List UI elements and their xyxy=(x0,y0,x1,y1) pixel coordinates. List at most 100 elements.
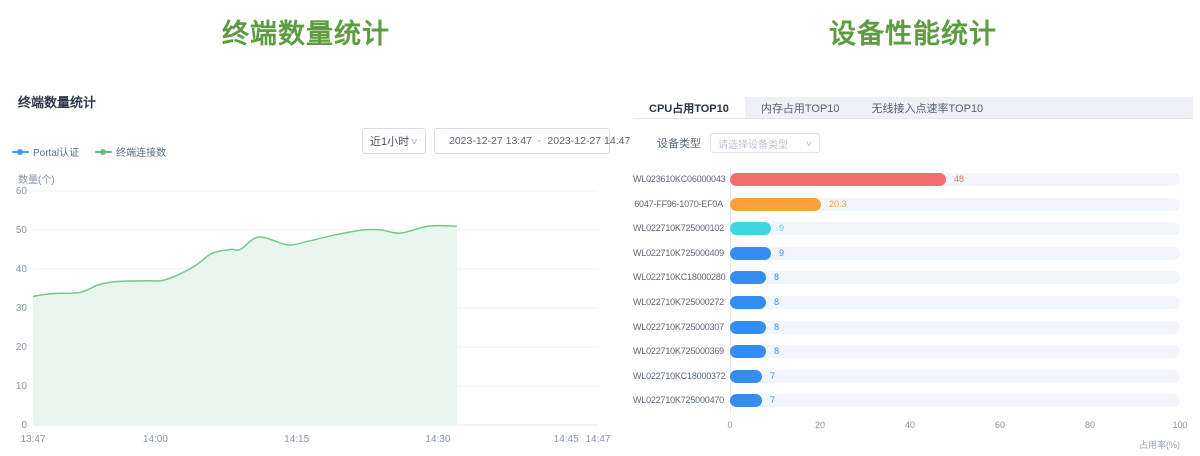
bar-fill xyxy=(730,296,766,309)
bar-track xyxy=(730,271,1180,284)
svg-text:20: 20 xyxy=(16,342,28,353)
legend-item-0[interactable]: Portal认证 xyxy=(12,144,79,159)
tab-2[interactable]: 无线接入点速率TOP10 xyxy=(856,97,1000,118)
bar-track xyxy=(730,247,1180,260)
bar-fill xyxy=(730,321,766,334)
bar-fill xyxy=(730,271,766,284)
date-start: 2023-12-27 13:47 xyxy=(449,135,532,147)
bar-fill xyxy=(730,394,762,407)
bar-track xyxy=(730,296,1180,309)
bar-track xyxy=(730,345,1180,358)
bar-track xyxy=(730,222,1180,235)
tab-1[interactable]: 内存占用TOP10 xyxy=(745,97,856,118)
device-performance-panel: 设备性能统计 CPU占用TOP10内存占用TOP10无线接入点速率TOP10 设… xyxy=(633,0,1193,456)
tab-0[interactable]: CPU占用TOP10 xyxy=(633,97,745,118)
bar-category-label: WL022710K725000307 xyxy=(633,315,723,340)
x-tick-label: 100 xyxy=(1172,420,1187,430)
terminal-count-panel: 终端数量统计 终端数量统计 近1小时 ∨ 2023-12-27 13:47 - … xyxy=(0,0,612,456)
bar-row: WL022710KC18000280 8 xyxy=(633,265,1193,290)
bar-track xyxy=(730,370,1180,383)
bar-fill xyxy=(730,198,821,211)
bar-category-label: WL022710K725000272 xyxy=(633,290,723,315)
x-tick-label: 0 xyxy=(727,420,732,430)
svg-text:30: 30 xyxy=(16,303,28,314)
bar-fill xyxy=(730,173,946,186)
x-axis-name: 占用率(%) xyxy=(1139,438,1180,451)
time-controls: 近1小时 ∨ 2023-12-27 13:47 - 2023-12-27 14:… xyxy=(362,128,610,154)
time-range-select[interactable]: 近1小时 ∨ xyxy=(362,128,426,154)
top10-tabs: CPU占用TOP10内存占用TOP10无线接入点速率TOP10 xyxy=(633,97,1193,119)
bar-value: 7 xyxy=(770,388,775,413)
bar-track xyxy=(730,394,1180,407)
device-type-select[interactable]: 请选择设备类型 ∨ xyxy=(710,133,820,153)
bar-category-label: WL022710K725000102 xyxy=(633,216,723,241)
bar-category-label: WL023610KC06000043 xyxy=(633,167,723,192)
svg-text:40: 40 xyxy=(16,264,28,275)
svg-text:60: 60 xyxy=(16,186,28,197)
legend-item-1[interactable]: 终端连接数 xyxy=(95,144,166,159)
x-tick-label: 40 xyxy=(905,420,915,430)
bar-category-label: WL022710KC18000372 xyxy=(633,364,723,389)
bar-row: WL022710K725000369 8 xyxy=(633,339,1193,364)
bar-value: 20.3 xyxy=(829,192,847,217)
bar-row: WL022710KC18000372 7 xyxy=(633,364,1193,389)
date-separator: - xyxy=(538,135,542,147)
svg-text:13:47: 13:47 xyxy=(20,434,45,445)
svg-text:14:15: 14:15 xyxy=(284,434,309,445)
bar-row: 6047-FF96-1070-EF0A 20.3 xyxy=(633,192,1193,217)
bar-x-axis: 0 20 40 60 80 100 xyxy=(633,420,1193,432)
date-range-picker[interactable]: 2023-12-27 13:47 - 2023-12-27 14:47 xyxy=(434,128,610,154)
x-tick-label: 80 xyxy=(1085,420,1095,430)
device-type-placeholder: 请选择设备类型 xyxy=(718,136,788,151)
bar-row: WL023610KC06000043 48 xyxy=(633,167,1193,192)
date-end: 2023-12-27 14:47 xyxy=(547,135,630,147)
legend-label: Portal认证 xyxy=(33,144,79,159)
bar-category-label: WL022710K725000409 xyxy=(633,241,723,266)
bar-fill xyxy=(730,222,771,235)
bar-row: WL022710K725000272 8 xyxy=(633,290,1193,315)
left-section-title: 终端数量统计 xyxy=(0,12,612,51)
bar-value: 8 xyxy=(774,265,779,290)
chevron-down-icon: ∨ xyxy=(410,136,419,147)
time-range-value: 近1小时 xyxy=(370,133,409,149)
device-type-label: 设备类型 xyxy=(657,135,701,151)
svg-text:50: 50 xyxy=(16,225,28,236)
svg-text:14:45: 14:45 xyxy=(554,434,579,445)
bar-category-label: 6047-FF96-1070-EF0A xyxy=(633,192,723,217)
bar-row: WL022710K725000409 9 xyxy=(633,241,1193,266)
bar-fill xyxy=(730,370,762,383)
dashboard: 终端数量统计 终端数量统计 近1小时 ∨ 2023-12-27 13:47 - … xyxy=(0,0,1200,456)
legend-marker-icon xyxy=(12,148,29,156)
svg-text:14:30: 14:30 xyxy=(425,434,450,445)
bar-value: 7 xyxy=(770,364,775,389)
device-type-row: 设备类型 请选择设备类型 ∨ xyxy=(657,133,820,153)
x-tick-label: 60 xyxy=(995,420,1005,430)
bar-row: WL022710K725000470 7 xyxy=(633,388,1193,413)
bar-value: 9 xyxy=(779,241,784,266)
bar-value: 8 xyxy=(774,290,779,315)
right-section-title: 设备性能统计 xyxy=(633,12,1193,51)
bar-track xyxy=(730,321,1180,334)
bar-category-label: WL022710K725000470 xyxy=(633,388,723,413)
bar-value: 8 xyxy=(774,315,779,340)
bar-chart: 0 20 40 60 80 100 占用率(%) WL023610KC06000043 48… xyxy=(633,167,1193,456)
line-area-chart: 010203040506013:4714:0014:1514:3014:4514… xyxy=(0,165,612,455)
bar-value: 48 xyxy=(954,167,964,192)
bar-value: 8 xyxy=(774,339,779,364)
x-tick-label: 20 xyxy=(815,420,825,430)
bar-row: WL022710K725000307 8 xyxy=(633,315,1193,340)
svg-text:14:47: 14:47 xyxy=(585,434,610,445)
chevron-down-icon: ∨ xyxy=(805,139,813,148)
legend-label: 终端连接数 xyxy=(116,144,166,159)
bar-category-label: WL022710K725000369 xyxy=(633,339,723,364)
bar-row: WL022710K725000102 9 xyxy=(633,216,1193,241)
bar-track xyxy=(730,198,1180,211)
bar-value: 9 xyxy=(779,216,784,241)
bar-category-label: WL022710KC18000280 xyxy=(633,265,723,290)
terminal-count-header: 终端数量统计 xyxy=(18,92,96,111)
svg-text:14:00: 14:00 xyxy=(143,434,168,445)
svg-text:10: 10 xyxy=(16,381,28,392)
chart-legend: Portal认证 终端连接数 xyxy=(12,144,166,159)
bar-fill xyxy=(730,345,766,358)
legend-marker-icon xyxy=(95,148,112,156)
